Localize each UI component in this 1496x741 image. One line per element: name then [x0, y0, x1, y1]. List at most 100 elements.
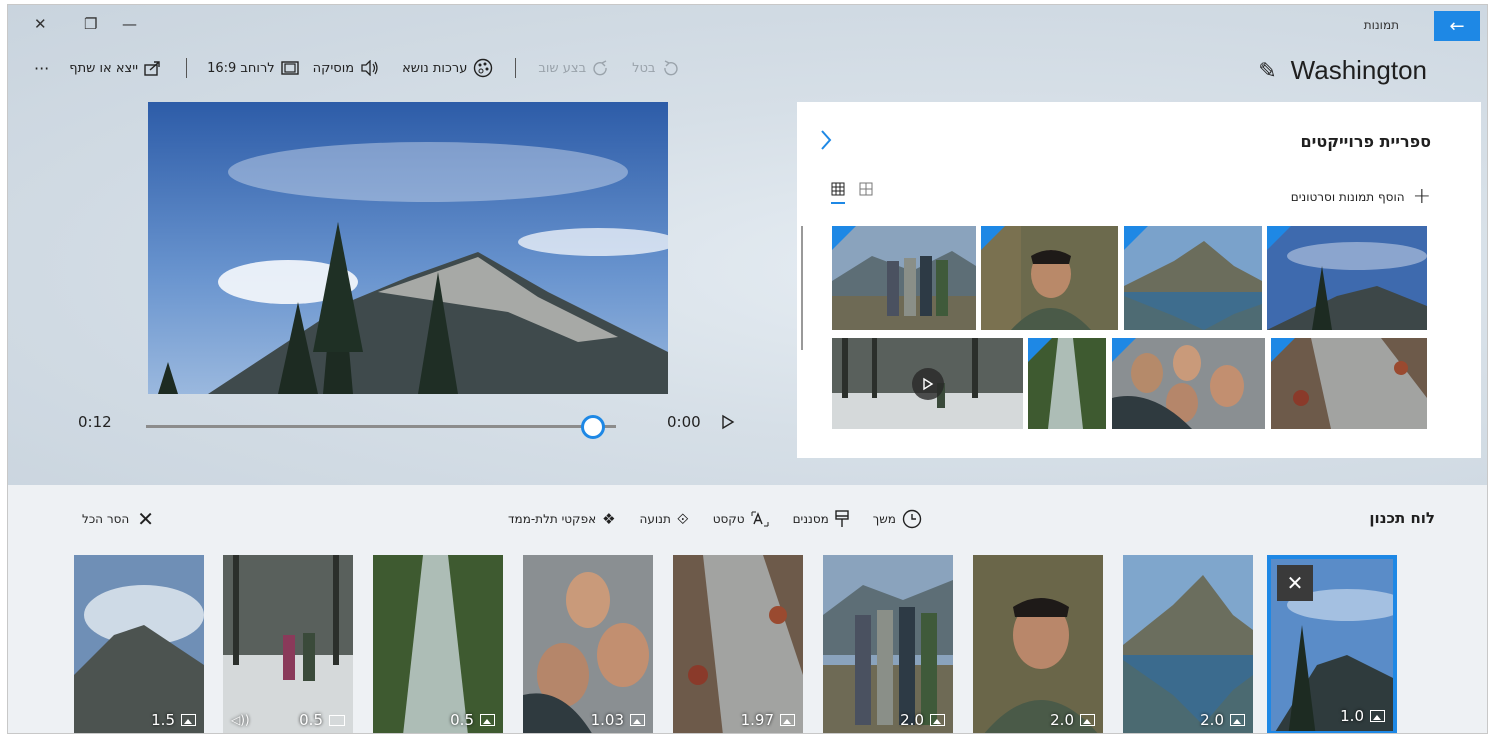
storyboard-card[interactable]: ✕ 1.0 — [1267, 555, 1397, 733]
redo-button[interactable]: בצע שוב — [538, 60, 610, 76]
minimize-icon[interactable]: — — [122, 15, 137, 33]
library-item[interactable] — [1271, 338, 1427, 429]
storyboard-card[interactable]: 1.5 — [74, 555, 204, 733]
cloudy-mountain-image — [74, 555, 204, 733]
toolbar-separator — [515, 58, 517, 78]
timeline-slider-thumb[interactable] — [580, 415, 605, 439]
storyboard-card[interactable]: ◁)) 0.5 — [223, 555, 353, 733]
project-title[interactable]: ✎ Washington — [1258, 55, 1427, 86]
export-share-label: ייצא או שתף — [69, 60, 139, 76]
aspect-ratio-button[interactable]: 16:9 לרוחב — [207, 61, 299, 76]
library-item[interactable] — [832, 338, 1023, 429]
undo-button[interactable]: בטל — [632, 60, 679, 76]
storyboard-card[interactable]: 1.03 — [523, 555, 653, 733]
image-icon — [480, 714, 495, 726]
lake-mountain-image — [1123, 555, 1253, 733]
duration-value: 1.5 — [151, 711, 175, 729]
share-icon — [144, 61, 160, 76]
duration-value: 2.0 — [1200, 711, 1224, 729]
back-arrow-icon: ← — [1449, 15, 1465, 37]
remove-all-label: הסר הכל — [82, 512, 130, 526]
grid-small-icon[interactable] — [859, 182, 873, 204]
image-icon — [930, 714, 945, 726]
plus-icon: + — [1412, 184, 1431, 209]
themes-button[interactable]: ערכות נושא — [402, 58, 493, 78]
undo-icon — [664, 60, 679, 76]
library-item[interactable] — [832, 226, 976, 330]
clock-icon — [902, 509, 922, 529]
timeline-slider[interactable] — [146, 425, 616, 428]
selected-corner-marker — [1267, 226, 1291, 250]
library-item[interactable] — [1112, 338, 1265, 429]
selected-corner-marker — [832, 226, 856, 250]
project-name: Washington — [1290, 55, 1427, 85]
remove-all-button[interactable]: הסר הכל ✕ — [82, 507, 154, 531]
pencil-icon[interactable]: ✎ — [1258, 58, 1276, 84]
storyboard-card[interactable]: 2.0 — [1123, 555, 1253, 733]
card-duration: 1.97 — [741, 711, 795, 729]
library-item[interactable] — [981, 226, 1118, 330]
grid-large-icon[interactable] — [831, 182, 845, 204]
aspect-ratio-icon — [280, 61, 299, 75]
music-label: מוסיקה — [312, 60, 355, 76]
card-duration: 1.0 — [1340, 707, 1385, 725]
storyboard-header: לוח תכנון הסר הכל ✕ אפקטי תלת-ממד ❖ תנוע… — [8, 485, 1487, 555]
add-media-label: הוסף תמונות וסרטונים — [1290, 189, 1405, 204]
library-item[interactable] — [1267, 226, 1427, 330]
group-photo-image — [823, 555, 953, 733]
filters-button[interactable]: מסננים — [793, 510, 849, 528]
app-title: תמונות — [1363, 18, 1399, 32]
library-scrollbar[interactable] — [801, 226, 803, 350]
storyboard-card[interactable]: 2.0 — [973, 555, 1103, 733]
selected-corner-marker — [1271, 338, 1295, 362]
text-icon — [751, 511, 769, 527]
video-preview[interactable] — [148, 102, 668, 394]
music-button[interactable]: מוסיקה — [313, 60, 380, 76]
close-icon: ✕ — [137, 507, 154, 531]
image-icon — [1370, 710, 1385, 722]
current-time: 0:12 — [78, 413, 112, 431]
text-label: טקסט — [712, 512, 745, 526]
close-icon[interactable]: ✕ — [34, 15, 47, 33]
selfie-group-image — [523, 555, 653, 733]
brush-icon — [835, 510, 849, 527]
library-item[interactable] — [1124, 226, 1262, 330]
remove-card-button[interactable]: ✕ — [1277, 565, 1313, 601]
card-duration: 2.0 — [1050, 711, 1095, 729]
duration-value: 2.0 — [900, 711, 924, 729]
storyboard-card[interactable]: 0.5 — [373, 555, 503, 733]
start-time: 0:00 — [667, 413, 701, 431]
back-button[interactable]: ← — [1434, 11, 1480, 41]
palette-icon — [474, 58, 493, 78]
image-icon — [780, 714, 795, 726]
library-item[interactable] — [1028, 338, 1106, 429]
storyboard-card[interactable]: 1.97 — [673, 555, 803, 733]
storyboard-card[interactable]: 2.0 — [823, 555, 953, 733]
card-duration: 0.5 — [450, 711, 495, 729]
image-icon — [1080, 714, 1095, 726]
duration-value: 0.5 — [450, 711, 474, 729]
view-toggle — [831, 182, 873, 204]
text-button[interactable]: טקסט — [713, 511, 769, 527]
play-overlay-icon[interactable] — [912, 368, 944, 400]
card-duration: 0.5 — [299, 711, 345, 729]
video-icon — [329, 714, 345, 726]
sparkle-icon: ❖ — [602, 510, 616, 528]
play-button[interactable] — [721, 414, 735, 434]
effects-3d-button[interactable]: אפקטי תלת-ממד ❖ — [508, 510, 616, 528]
selected-corner-marker — [1028, 338, 1052, 362]
preview-mountain-image — [148, 102, 668, 394]
chevron-right-icon[interactable] — [819, 128, 833, 158]
aspect-ratio-label: 16:9 לרוחב — [207, 60, 275, 76]
duration-label: משך — [872, 512, 896, 526]
motion-button[interactable]: תנועה ⟐ — [640, 510, 689, 528]
mountain-sky-image — [1267, 226, 1427, 330]
export-share-button[interactable]: ייצא או שתף — [69, 60, 162, 76]
duration-button[interactable]: משך — [873, 509, 922, 529]
card-duration: 1.03 — [591, 711, 645, 729]
waterfall-image — [373, 555, 503, 733]
more-button[interactable]: ··· — [34, 59, 49, 78]
add-media-button[interactable]: הוסף תמונות וסרטונים + — [1291, 184, 1431, 209]
restore-icon[interactable]: ❐ — [84, 15, 97, 33]
effects-3d-label: אפקטי תלת-ממד — [508, 512, 597, 526]
